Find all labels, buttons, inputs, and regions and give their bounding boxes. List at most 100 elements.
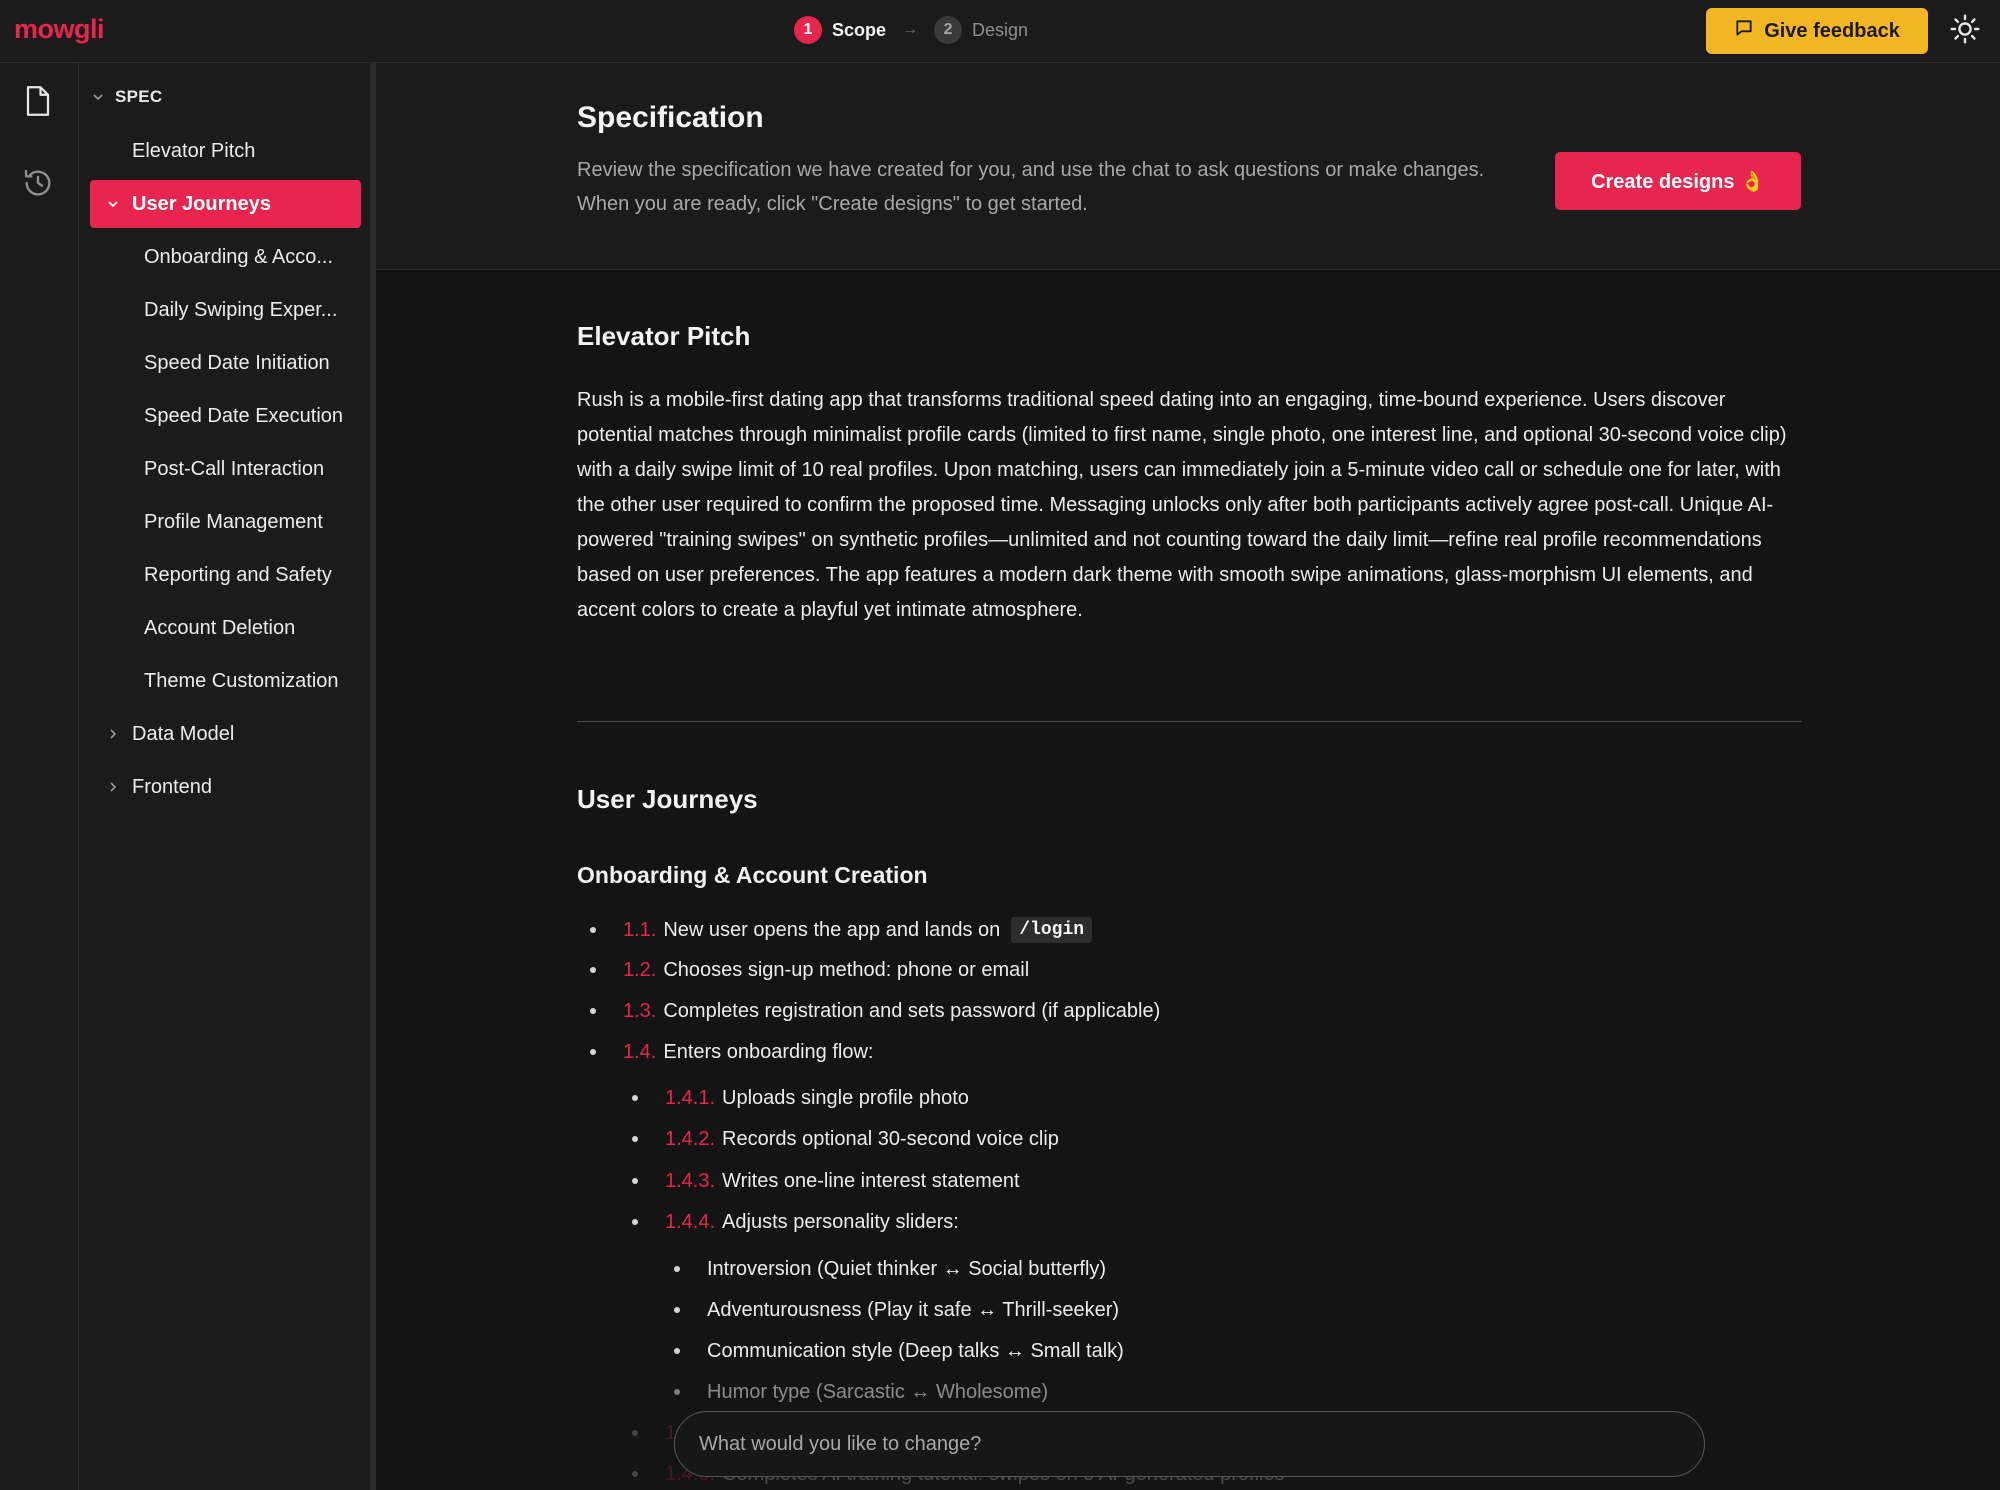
step-number: 1.4.1. — [665, 1086, 716, 1109]
step-number: 1.2. — [623, 958, 657, 981]
list-item: 1.4. Enters onboarding flow: — [590, 1037, 874, 1067]
step-label: Design — [972, 19, 1029, 40]
slider-text: Communication style (Deep talks ↔ Small … — [707, 1339, 1124, 1362]
bullet — [632, 1219, 638, 1225]
chevron-right-icon — [106, 728, 120, 740]
sidebar-item-label: Speed Date Execution — [144, 404, 344, 427]
step-number: 1.4. — [623, 1040, 657, 1063]
step-number: 1.4.4. — [665, 1210, 716, 1233]
slider-text: Humor type (Sarcastic ↔ Wholesome) — [707, 1380, 1049, 1403]
step-text: Writes one-line interest statement — [722, 1169, 1020, 1192]
left-rail — [0, 63, 79, 1490]
step-number: 1.1. — [623, 918, 657, 941]
onboarding-heading: Onboarding & Account Creation — [577, 862, 928, 888]
spec-sidebar: SPEC Elevator Pitch User Journeys Onboar… — [79, 63, 370, 1490]
history-button[interactable] — [20, 167, 56, 203]
list-item: 1.4.1. Uploads single profile photo — [632, 1083, 969, 1113]
section-divider — [577, 721, 1802, 722]
sidebar-item-label: Reporting and Safety — [144, 563, 332, 586]
step-text: Adjusts personality sliders: — [722, 1210, 959, 1233]
sidebar-item-elevator-pitch[interactable]: Elevator Pitch — [90, 127, 361, 175]
create-designs-button[interactable]: Create designs 👌 — [1555, 152, 1801, 210]
page-title: Specification — [577, 101, 764, 134]
bullet — [590, 1008, 596, 1014]
page-description: Review the specification we have created… — [577, 159, 1485, 215]
history-icon — [22, 167, 54, 204]
sun-icon — [1949, 13, 1981, 50]
step-text: Enters onboarding flow: — [663, 1040, 874, 1063]
chat-input[interactable] — [674, 1411, 1705, 1477]
sidebar-item-account-deletion[interactable]: Account Deletion — [90, 604, 361, 652]
step-text: Uploads single profile photo — [722, 1086, 969, 1109]
bullet — [590, 927, 596, 933]
route-code: /login — [1011, 917, 1093, 943]
sidebar-item-frontend[interactable]: Frontend — [90, 763, 361, 811]
list-item: Introversion (Quiet thinker ↔ Social but… — [674, 1254, 1106, 1284]
bullet — [632, 1430, 638, 1436]
bullet — [590, 967, 596, 973]
elevator-pitch-text: Rush is a mobile-first dating app that t… — [577, 389, 1787, 621]
bullet — [674, 1266, 680, 1272]
sidebar-item-label: Onboarding & Acco... — [144, 245, 334, 268]
bullet — [674, 1389, 680, 1395]
chevron-right-icon — [106, 781, 120, 793]
sidebar-item-onboarding[interactable]: Onboarding & Acco... — [90, 233, 361, 281]
spec-section-title: SPEC — [115, 87, 163, 106]
chevron-down-icon — [91, 91, 105, 103]
sidebar-item-label: Profile Management — [144, 510, 323, 533]
list-item: 1.4.3. Writes one-line interest statemen… — [632, 1166, 1020, 1196]
step-label: Scope — [832, 19, 887, 40]
step-number: 1.3. — [623, 999, 657, 1022]
spec-content: Elevator Pitch Rush is a mobile-first da… — [577, 270, 1802, 1490]
spec-section-toggle[interactable]: SPEC — [91, 87, 163, 107]
list-item: 1.4.2. Records optional 30-second voice … — [632, 1124, 1059, 1154]
arrow-right-icon: → — [902, 21, 919, 38]
sidebar-item-theme-customization[interactable]: Theme Customization — [90, 657, 361, 705]
bullet — [590, 1049, 596, 1055]
sidebar-item-profile-management[interactable]: Profile Management — [90, 498, 361, 546]
sidebar-item-label: User Journeys — [132, 192, 271, 215]
sidebar-item-speed-date-initiation[interactable]: Speed Date Initiation — [90, 339, 361, 387]
chat-bubble-icon — [1734, 18, 1754, 44]
sidebar-item-label: Elevator Pitch — [132, 139, 256, 162]
bullet — [632, 1095, 638, 1101]
progress-stepper: 1 Scope → 2 Design — [794, 15, 1028, 45]
sidebar-item-label: Data Model — [132, 722, 235, 745]
elevator-pitch-heading: Elevator Pitch — [577, 321, 751, 351]
sidebar-item-speed-date-execution[interactable]: Speed Date Execution — [90, 392, 361, 440]
sidebar-item-label: Daily Swiping Exper... — [144, 298, 338, 321]
spec-header: Specification Review the specification w… — [376, 63, 2000, 270]
give-feedback-label: Give feedback — [1764, 19, 1900, 42]
sidebar-item-label: Theme Customization — [144, 669, 339, 692]
slider-text: Introversion (Quiet thinker ↔ Social but… — [707, 1257, 1107, 1280]
sidebar-item-label: Account Deletion — [144, 616, 296, 639]
list-item: 1.4.4. Adjusts personality sliders: — [632, 1207, 959, 1237]
step-number: 1 — [794, 16, 822, 44]
sidebar-item-daily-swiping[interactable]: Daily Swiping Exper... — [90, 286, 361, 334]
bullet — [674, 1348, 680, 1354]
sidebar-item-data-model[interactable]: Data Model — [90, 710, 361, 758]
step-design[interactable]: 2 Design — [934, 16, 1028, 44]
sidebar-item-reporting-safety[interactable]: Reporting and Safety — [90, 551, 361, 599]
step-text: New user opens the app and lands on — [663, 918, 1001, 941]
sidebar-item-post-call-interaction[interactable]: Post-Call Interaction — [90, 445, 361, 493]
sidebar-item-label: Post-Call Interaction — [144, 457, 325, 480]
sidebar-item-label: Frontend — [132, 775, 213, 798]
theme-toggle-button[interactable] — [1944, 10, 1986, 52]
step-number: 2 — [934, 16, 963, 44]
list-item: Adventurousness (Play it safe ↔ Thrill-s… — [674, 1295, 1119, 1325]
chevron-down-icon — [106, 198, 120, 210]
slider-text: Adventurousness (Play it safe ↔ Thrill-s… — [707, 1298, 1120, 1321]
spec-document-button[interactable] — [20, 85, 56, 121]
bullet — [674, 1307, 680, 1313]
list-item: 1.1. New user opens the app and lands on… — [590, 915, 1093, 945]
step-scope[interactable]: 1 Scope — [794, 16, 886, 44]
list-item: 1.3. Completes registration and sets pas… — [590, 996, 1160, 1026]
bullet — [632, 1178, 638, 1184]
top-bar: mowgli 1 Scope → 2 Design Give feedback — [0, 0, 2000, 63]
sidebar-item-user-journeys[interactable]: User Journeys — [90, 180, 361, 228]
app-logo[interactable]: mowgli — [14, 14, 105, 45]
document-icon — [23, 84, 53, 123]
sidebar-resize-handle[interactable] — [370, 63, 376, 1490]
give-feedback-button[interactable]: Give feedback — [1706, 8, 1928, 54]
